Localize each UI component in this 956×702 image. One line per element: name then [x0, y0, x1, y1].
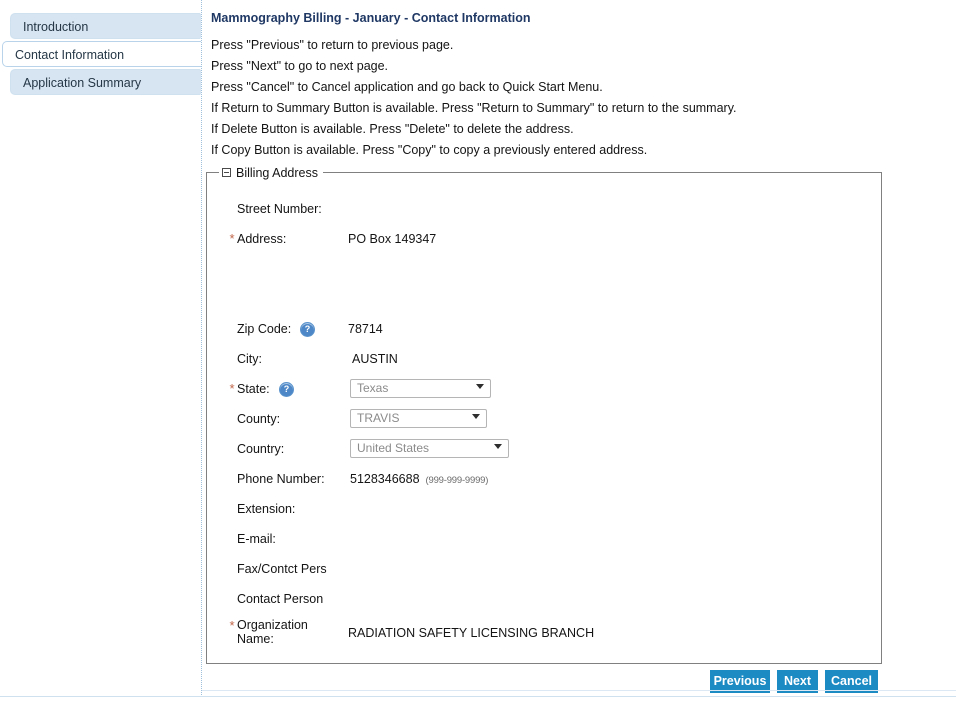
zip-code-value: 78714 [348, 321, 383, 337]
phone-number-text: 5128346688 [350, 472, 420, 486]
page-title: Mammography Billing - January - Contact … [211, 11, 530, 25]
sidebar-item-label: Introduction [23, 21, 201, 34]
sidebar-item-application-summary[interactable]: Application Summary [10, 69, 201, 95]
country-select-value: United States [357, 441, 429, 455]
billing-address-legend: Billing Address [219, 165, 323, 180]
form-row-address: * Address: PO Box 149347 [207, 231, 883, 251]
address-value: PO Box 149347 [348, 231, 436, 247]
wizard-step-nav: Introduction Contact Information Applica… [0, 0, 201, 702]
country-label: Country: [237, 441, 347, 457]
instruction-line: Press "Previous" to return to previous p… [211, 35, 951, 56]
sidebar-item-introduction[interactable]: Introduction [10, 13, 201, 39]
instruction-line: If Copy Button is available. Press "Copy… [211, 140, 951, 161]
minus-box-icon[interactable] [222, 168, 231, 177]
organization-name-label: Organization Name: [237, 618, 333, 646]
required-marker: * [227, 384, 237, 394]
instruction-line: If Return to Summary Button is available… [211, 98, 951, 119]
form-row-street-number: Street Number: [207, 201, 883, 221]
fax-contact-person-label: Fax/Contct Pers [237, 561, 347, 577]
chevron-down-icon [494, 444, 502, 449]
sidebar-item-label: Contact Information [15, 49, 201, 62]
state-select-value: Texas [357, 381, 388, 395]
page-bottom-rule [0, 696, 956, 697]
chevron-down-icon [472, 414, 480, 419]
organization-name-value: RADIATION SAFETY LICENSING BRANCH [348, 625, 594, 641]
help-circle-icon[interactable]: ? [300, 322, 315, 337]
form-row-city: City: AUSTIN [207, 351, 883, 371]
form-row-state: * State: ? Texas [207, 381, 883, 401]
city-value: AUSTIN [352, 351, 398, 367]
address-label: Address: [237, 231, 347, 247]
city-label: City: [237, 351, 347, 367]
content-bottom-rule [202, 690, 956, 691]
application-page: Introduction Contact Information Applica… [0, 0, 956, 702]
form-row-fax-contact-person: Fax/Contct Pers [207, 561, 883, 581]
chevron-down-icon [476, 384, 484, 389]
help-circle-icon[interactable]: ? [279, 382, 294, 397]
country-select[interactable]: United States [350, 439, 509, 458]
county-select-value: TRAVIS [357, 411, 399, 425]
instruction-line: Press "Next" to go to next page. [211, 56, 951, 77]
email-label: E-mail: [237, 531, 347, 547]
billing-address-legend-label: Billing Address [236, 166, 318, 180]
content-panel: Mammography Billing - January - Contact … [202, 0, 956, 702]
form-row-county: County: TRAVIS [207, 411, 883, 431]
form-row-zip-code: Zip Code: ? 78714 [207, 321, 883, 341]
sidebar-item-label: Application Summary [23, 77, 201, 90]
required-marker: * [227, 234, 237, 244]
form-row-email: E-mail: [207, 531, 883, 551]
county-label: County: [237, 411, 347, 427]
street-number-label: Street Number: [237, 201, 347, 217]
phone-number-format-hint: (999-999-9999) [426, 475, 489, 486]
phone-number-value: 5128346688 (999-999-9999) [350, 471, 488, 489]
phone-number-label: Phone Number: [237, 471, 347, 487]
billing-address-fieldset: Billing Address Street Number: * Address… [206, 172, 882, 664]
form-row-contact-person: Contact Person [207, 591, 883, 611]
instructions-block: Press "Previous" to return to previous p… [211, 35, 951, 161]
form-row-phone-number: Phone Number: 5128346688 (999-999-9999) [207, 471, 883, 491]
required-marker: * [227, 621, 237, 631]
instruction-line: Press "Cancel" to Cancel application and… [211, 77, 951, 98]
contact-person-label: Contact Person [237, 591, 347, 607]
county-select[interactable]: TRAVIS [350, 409, 487, 428]
extension-label: Extension: [237, 501, 347, 517]
state-select[interactable]: Texas [350, 379, 491, 398]
instruction-line: If Delete Button is available. Press "De… [211, 119, 951, 140]
form-row-country: Country: United States [207, 441, 883, 461]
sidebar-item-contact-information[interactable]: Contact Information [2, 41, 201, 67]
form-row-organization-name: * Organization Name: RADIATION SAFETY LI… [207, 618, 883, 648]
form-row-extension: Extension: [207, 501, 883, 521]
zip-code-label: Zip Code: [237, 321, 347, 337]
